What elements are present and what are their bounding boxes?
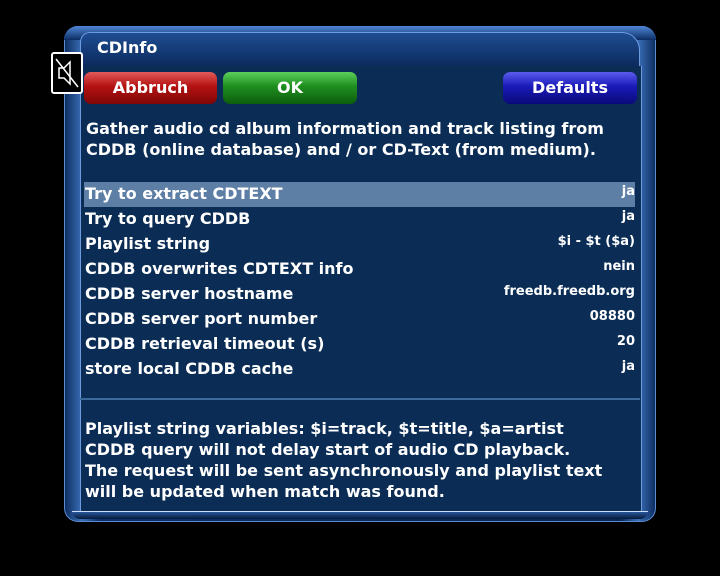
setting-cddb-hostname[interactable]: CDDB server hostname freedb.freedb.org <box>84 282 635 307</box>
setting-value: ja <box>621 209 635 224</box>
mute-icon <box>51 52 83 94</box>
setting-label: CDDB server port number <box>85 309 318 328</box>
setting-label: CDDB server hostname <box>85 284 294 303</box>
title-bar <box>80 32 640 67</box>
mute-icon-graphic <box>55 58 79 88</box>
setting-cddb-overwrites[interactable]: CDDB overwrites CDTEXT info nein <box>84 257 635 282</box>
setting-value: 08880 <box>589 309 635 324</box>
description-line: Gather audio cd album information and tr… <box>86 119 604 138</box>
setting-value: nein <box>603 259 635 274</box>
setting-extract-cdtext[interactable]: Try to extract CDTEXT ja <box>84 182 635 207</box>
description-line: CDDB (online database) and / or CD-Text … <box>86 140 596 159</box>
description: Gather audio cd album information and tr… <box>86 118 626 160</box>
help-line: Playlist string variables: $i=track, $t=… <box>85 419 564 438</box>
setting-label: CDDB retrieval timeout (s) <box>85 334 325 353</box>
setting-value: 20 <box>616 334 635 349</box>
setting-label: Try to extract CDTEXT <box>85 184 283 203</box>
setting-playlist-string[interactable]: Playlist string $i - $t ($a) <box>84 232 635 257</box>
setting-value: $i - $t ($a) <box>557 234 635 249</box>
setting-label: Try to query CDDB <box>85 209 251 228</box>
window-frame-bottom <box>72 511 648 519</box>
defaults-button[interactable]: Defaults <box>503 72 637 104</box>
cancel-button[interactable]: Abbruch <box>84 72 217 104</box>
setting-cddb-timeout[interactable]: CDDB retrieval timeout (s) 20 <box>84 332 635 357</box>
divider <box>80 398 640 400</box>
help-line: The request will be sent asynchronously … <box>85 461 603 480</box>
help-line: will be updated when match was found. <box>85 482 445 501</box>
help-line: CDDB query will not delay start of audio… <box>85 440 571 459</box>
settings-list: Try to extract CDTEXT ja Try to query CD… <box>84 182 635 382</box>
setting-value: ja <box>621 184 635 199</box>
setting-label: store local CDDB cache <box>85 359 294 378</box>
setting-query-cddb[interactable]: Try to query CDDB ja <box>84 207 635 232</box>
setting-value: ja <box>621 359 635 374</box>
setting-local-cache[interactable]: store local CDDB cache ja <box>84 357 635 382</box>
setting-value: freedb.freedb.org <box>503 284 635 299</box>
help-text: Playlist string variables: $i=track, $t=… <box>85 418 630 502</box>
setting-label: CDDB overwrites CDTEXT info <box>85 259 354 278</box>
window-title: CDInfo <box>97 38 158 57</box>
ok-button[interactable]: OK <box>223 72 357 104</box>
setting-label: Playlist string <box>85 234 211 253</box>
setting-cddb-port[interactable]: CDDB server port number 08880 <box>84 307 635 332</box>
